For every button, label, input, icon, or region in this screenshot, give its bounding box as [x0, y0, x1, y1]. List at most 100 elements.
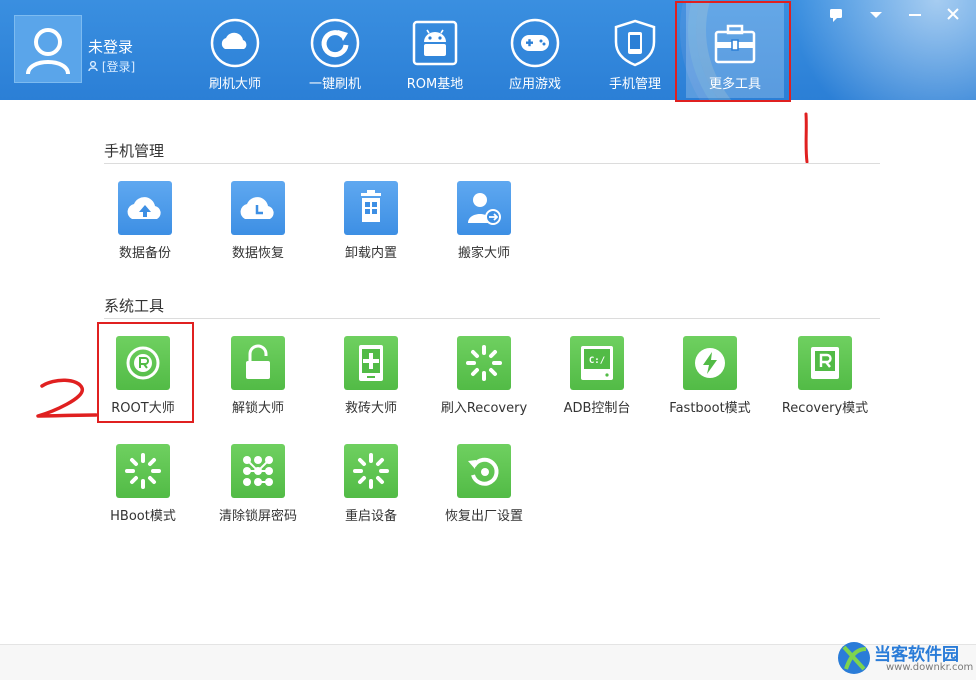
- tool-label: 数据备份: [118, 246, 171, 261]
- nav-label: 应用游戏: [508, 77, 561, 92]
- tool-unlock-master[interactable]: 解锁大师: [204, 336, 312, 436]
- annotation-stroke-1: [804, 112, 809, 164]
- tool-tile: [344, 336, 398, 390]
- tool-tile: [798, 336, 852, 390]
- tool-move-master[interactable]: 搬家大师: [430, 181, 538, 281]
- cloud-icon: [210, 18, 260, 68]
- section-divider: [104, 163, 880, 164]
- tool-label: 解锁大师: [231, 401, 284, 416]
- tool-label: 卸载内置: [344, 246, 397, 261]
- loading-spinner-icon: [466, 345, 502, 381]
- nav-apps-games[interactable]: 应用游戏: [485, 0, 585, 100]
- tool-fastboot-mode[interactable]: Fastboot模式: [656, 336, 764, 436]
- tool-tile: [231, 444, 285, 498]
- tool-recovery-mode[interactable]: Recovery模式: [771, 336, 879, 436]
- nav-phone-management[interactable]: 手机管理: [585, 0, 685, 100]
- tool-tile: [116, 336, 170, 390]
- tool-tile: [457, 336, 511, 390]
- minimize-button[interactable]: [904, 6, 926, 24]
- toolbox-icon: [714, 24, 756, 64]
- tool-label: ADB控制台: [563, 401, 631, 416]
- tool-factory-reset[interactable]: 恢复出厂设置: [430, 444, 538, 544]
- tool-tile: [344, 444, 398, 498]
- nav-label: 刷机大师: [208, 77, 261, 92]
- tool-tile: [344, 181, 398, 235]
- tool-label: 恢复出厂设置: [444, 509, 523, 524]
- tool-tile: [457, 181, 511, 235]
- restore-icon: [468, 457, 499, 486]
- close-button[interactable]: [942, 6, 964, 24]
- login-link[interactable]: [登录]: [88, 58, 135, 75]
- tool-tile: [116, 444, 170, 498]
- nav-label: ROM基地: [406, 77, 464, 92]
- gamepad-icon: [510, 18, 560, 68]
- tool-label: 刷入Recovery: [440, 401, 528, 416]
- tool-data-backup[interactable]: 数据备份: [91, 181, 199, 281]
- nav-label: 一键刷机: [308, 77, 361, 92]
- nav-more-tools[interactable]: 更多工具: [686, 2, 784, 98]
- tool-clear-lock-password[interactable]: 清除锁屏密码: [204, 444, 312, 544]
- user-icon: [26, 28, 70, 75]
- phone-medical-icon: [359, 345, 383, 381]
- tool-data-restore[interactable]: 数据恢复: [204, 181, 312, 281]
- annotation-mark-2: 2: [34, 376, 98, 422]
- terminal-icon-text: C:/: [589, 356, 605, 366]
- tool-flash-recovery[interactable]: 刷入Recovery: [430, 336, 538, 436]
- login-link-label: [登录]: [101, 60, 136, 74]
- trash-icon: [361, 190, 381, 222]
- tool-label: 清除锁屏密码: [218, 509, 297, 524]
- menu-button[interactable]: [865, 6, 887, 24]
- tool-tile: [457, 444, 511, 498]
- nav-flash-master[interactable]: 刷机大师: [185, 0, 285, 100]
- loading-spinner-icon: [125, 453, 161, 489]
- tool-tile: C:/: [570, 336, 624, 390]
- footer-bar: [0, 645, 976, 680]
- tool-label: HBoot模式: [110, 509, 176, 524]
- nav-label: 手机管理: [608, 77, 661, 92]
- avatar[interactable]: [14, 15, 82, 83]
- feedback-button[interactable]: [825, 6, 847, 24]
- header-bar: 未登录 [登录] 刷机大师 一键刷机 ROM基地 应用游戏 手机管理 更多工具: [0, 0, 976, 100]
- tool-tile: [231, 181, 285, 235]
- watermark-url: www.downkr.com: [886, 662, 974, 673]
- tool-tile: [231, 336, 285, 390]
- minimize-icon: [909, 14, 921, 16]
- loading-spinner-icon: [353, 453, 389, 489]
- pattern-lock-icon: [243, 456, 273, 486]
- annotation-mark-1: 1: [796, 110, 816, 166]
- tool-label: 救砖大师: [344, 401, 397, 416]
- cloud-clock-icon: [240, 197, 274, 219]
- android-icon: [412, 20, 458, 66]
- section-title-phone-management: 手机管理: [104, 142, 165, 160]
- tool-label: 搬家大师: [457, 246, 510, 261]
- annotation-stroke-2: [36, 378, 98, 418]
- chat-bubble-icon: [830, 9, 842, 22]
- watermark-logo-icon: [838, 642, 870, 674]
- nav-one-key-flash[interactable]: 一键刷机: [285, 0, 385, 100]
- section-divider: [104, 318, 880, 319]
- close-icon: [947, 8, 959, 20]
- tool-label: 数据恢复: [231, 246, 284, 261]
- unlock-icon: [246, 344, 270, 379]
- tool-root-master[interactable]: ROOT大师: [89, 336, 197, 436]
- root-icon: [126, 346, 160, 380]
- recovery-icon: [811, 347, 839, 379]
- tool-reboot-device[interactable]: 重启设备: [317, 444, 425, 544]
- watermark: 当客软件园 www.downkr.com: [836, 638, 974, 678]
- nav-rom-base[interactable]: ROM基地: [385, 0, 485, 100]
- refresh-icon: [310, 18, 360, 68]
- chevron-down-icon: [870, 12, 882, 18]
- tool-adb-console[interactable]: C:/ ADB控制台: [543, 336, 651, 436]
- section-title-system-tools: 系统工具: [104, 297, 165, 315]
- tool-uninstall-builtin[interactable]: 卸载内置: [317, 181, 425, 281]
- tool-label: 重启设备: [344, 509, 397, 524]
- tool-brick-rescue[interactable]: 救砖大师: [317, 336, 425, 436]
- tool-tile: [683, 336, 737, 390]
- tool-label: Fastboot模式: [669, 401, 751, 416]
- phone-shield-icon: [614, 19, 656, 67]
- tool-label: ROOT大师: [111, 401, 175, 416]
- tool-tile: [118, 181, 172, 235]
- cloud-upload-icon: [127, 197, 161, 219]
- tool-hboot-mode[interactable]: HBoot模式: [89, 444, 197, 544]
- person-icon: [88, 60, 98, 72]
